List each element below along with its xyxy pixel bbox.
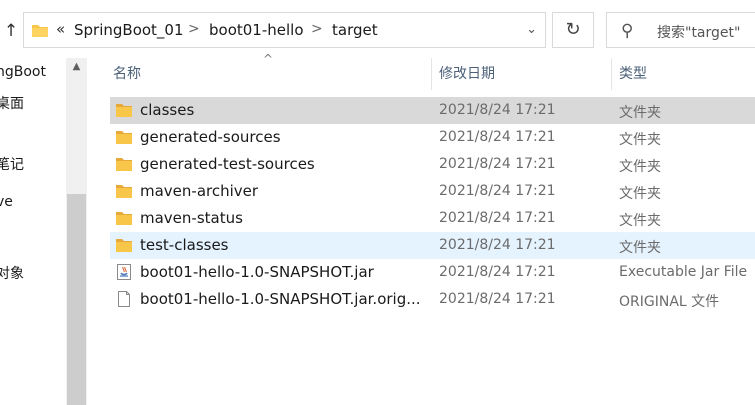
chevron-down-icon[interactable]: ⌄: [526, 22, 537, 37]
nav-item-drive[interactable]: ve: [0, 194, 13, 210]
breadcrumb-springboot-01[interactable]: SpringBoot_01: [74, 21, 184, 39]
file-name[interactable]: boot01-hello-1.0-SNAPSHOT.jar: [140, 263, 425, 281]
address-bar[interactable]: « SpringBoot_01 > boot01-hello > target …: [23, 12, 546, 48]
breadcrumb-boot01-hello[interactable]: boot01-hello: [209, 21, 304, 39]
breadcrumb-target[interactable]: target: [332, 21, 378, 39]
column-divider[interactable]: [431, 58, 432, 90]
folder-icon: [115, 209, 133, 227]
file-modified-date: 2021/8/24 17:21: [439, 237, 556, 253]
file-modified-date: 2021/8/24 17:21: [439, 183, 556, 199]
folder-icon: [115, 236, 133, 254]
folder-icon: [115, 101, 133, 119]
file-modified-date: 2021/8/24 17:21: [439, 291, 556, 307]
sort-ascending-icon: ^: [263, 52, 274, 66]
file-type: 文件夹: [619, 186, 661, 202]
file-row[interactable]: maven-status 2021/8/24 17:21 文件夹: [110, 205, 755, 232]
file-modified-date: 2021/8/24 17:21: [439, 129, 556, 145]
nav-scrollbar[interactable]: ▲: [66, 58, 87, 405]
search-box[interactable]: ⚲ 搜索"target": [606, 12, 755, 48]
toolbar: ↑ « SpringBoot_01 > boot01-hello > targe…: [0, 0, 755, 62]
file-name[interactable]: maven-status: [140, 209, 425, 227]
file-type: 文件夹: [619, 240, 661, 256]
refresh-icon: ↻: [565, 19, 581, 40]
nav-item-desktop[interactable]: 桌面: [0, 93, 24, 113]
file-type: 文件夹: [619, 159, 661, 175]
scrollbar-thumb[interactable]: [67, 194, 86, 405]
search-input[interactable]: 搜索"target": [657, 22, 740, 42]
breadcrumb-separator[interactable]: >: [311, 21, 323, 37]
file-type: 文件夹: [619, 105, 661, 121]
file-row[interactable]: boot01-hello-1.0-SNAPSHOT.jar.orig... 202…: [110, 286, 755, 313]
file-list: 名称 ^ 修改日期 类型 classes 2021/8/24 17:21 文件夹 ge…: [87, 52, 755, 405]
file-row[interactable]: generated-test-sources 2021/8/24 17:21 文件夹: [110, 151, 755, 178]
file-row[interactable]: boot01-hello-1.0-SNAPSHOT.jar 2021/8/24 1…: [110, 259, 755, 286]
file-modified-date: 2021/8/24 17:21: [439, 156, 556, 172]
breadcrumb-overflow[interactable]: «: [56, 20, 65, 38]
nav-item-objects[interactable]: 对象: [0, 263, 24, 283]
file-modified-date: 2021/8/24 17:21: [439, 210, 556, 226]
file-row[interactable]: test-classes 2021/8/24 17:21 文件夹: [110, 232, 755, 259]
refresh-button[interactable]: ↻: [552, 12, 594, 48]
scroll-up-arrow-icon[interactable]: ▲: [66, 58, 87, 76]
column-divider[interactable]: [611, 58, 612, 90]
up-arrow-icon[interactable]: ↑: [2, 20, 20, 42]
jar-icon: [115, 263, 133, 281]
column-header-modified[interactable]: 修改日期: [439, 58, 495, 90]
file-type: 文件夹: [619, 213, 661, 229]
file-name[interactable]: generated-sources: [140, 128, 425, 146]
folder-icon: [115, 155, 133, 173]
folder-icon: [115, 128, 133, 146]
folder-icon: [115, 182, 133, 200]
file-modified-date: 2021/8/24 17:21: [439, 264, 556, 280]
navigation-pane: ngBoot 桌面 笔记 ve 对象: [0, 62, 66, 405]
file-icon: [115, 290, 133, 308]
folder-icon: [32, 23, 48, 41]
file-name[interactable]: generated-test-sources: [140, 155, 425, 173]
file-row[interactable]: classes 2021/8/24 17:21 文件夹: [110, 97, 755, 124]
file-type: Executable Jar File: [619, 264, 748, 280]
breadcrumb-separator[interactable]: >: [188, 21, 200, 37]
file-name[interactable]: boot01-hello-1.0-SNAPSHOT.jar.orig...: [140, 290, 425, 308]
column-header-type[interactable]: 类型: [619, 58, 647, 90]
file-name[interactable]: maven-archiver: [140, 182, 425, 200]
file-row[interactable]: generated-sources 2021/8/24 17:21 文件夹: [110, 124, 755, 151]
file-row[interactable]: maven-archiver 2021/8/24 17:21 文件夹: [110, 178, 755, 205]
file-name[interactable]: classes: [140, 101, 425, 119]
nav-item-notes[interactable]: 笔记: [0, 154, 24, 174]
file-modified-date: 2021/8/24 17:21: [439, 102, 556, 118]
file-name[interactable]: test-classes: [140, 236, 425, 254]
nav-item-springboot[interactable]: ngBoot: [0, 64, 46, 80]
search-icon: ⚲: [621, 21, 634, 41]
file-type: 文件夹: [619, 132, 661, 148]
file-type: ORIGINAL 文件: [619, 294, 720, 310]
column-header-name[interactable]: 名称: [113, 58, 141, 90]
